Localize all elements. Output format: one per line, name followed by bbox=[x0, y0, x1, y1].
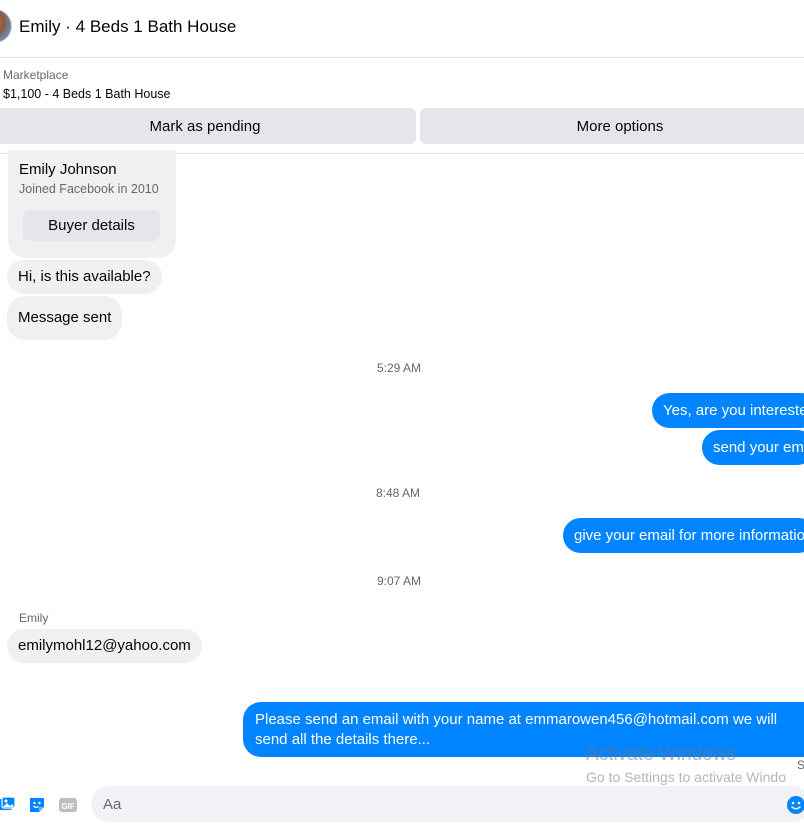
activate-windows-watermark: Activate Windows Go to Settings to activ… bbox=[586, 743, 786, 787]
watermark-title: Activate Windows bbox=[586, 744, 736, 765]
svg-text:GIF: GIF bbox=[61, 802, 74, 811]
message-composer: GIF Aa bbox=[0, 786, 804, 824]
buyer-profile-card: Emily Johnson Joined Facebook in 2010 Bu… bbox=[8, 150, 176, 258]
message-input[interactable]: Aa bbox=[91, 786, 804, 822]
buyer-joined: Joined Facebook in 2010 bbox=[19, 182, 159, 196]
mark-as-pending-button[interactable]: Mark as pending bbox=[0, 108, 416, 144]
gif-icon[interactable]: GIF bbox=[58, 795, 78, 815]
message-outgoing[interactable]: send your em bbox=[702, 430, 804, 465]
avatar[interactable] bbox=[0, 9, 12, 43]
sender-name: Emily bbox=[19, 611, 49, 625]
conversation-title[interactable]: Emily · 4 Beds 1 Bath House bbox=[19, 17, 236, 37]
message-incoming[interactable]: emilymohl12@yahoo.com bbox=[7, 629, 202, 663]
watermark-subtitle: Go to Settings to activate Windo bbox=[586, 769, 786, 785]
conversation-header: Emily · 4 Beds 1 Bath House bbox=[0, 0, 804, 58]
timestamp: 8:48 AM bbox=[376, 486, 421, 500]
more-options-button[interactable]: More options bbox=[420, 108, 804, 144]
listing-category: Marketplace bbox=[3, 68, 69, 82]
message-incoming[interactable]: Message sent bbox=[7, 296, 123, 340]
sticker-icon[interactable] bbox=[27, 795, 47, 815]
seen-indicator: S bbox=[797, 758, 804, 772]
timestamp: 9:07 AM bbox=[377, 574, 422, 588]
listing-item[interactable]: $1,100 - 4 Beds 1 Bath House bbox=[3, 85, 170, 103]
message-outgoing[interactable]: give your email for more informatio bbox=[563, 518, 804, 553]
message-incoming[interactable]: Hi, is this available? bbox=[7, 260, 162, 294]
buyer-details-button[interactable]: Buyer details bbox=[23, 210, 160, 241]
timestamp: 5:29 AM bbox=[377, 361, 422, 375]
photo-icon[interactable] bbox=[0, 795, 17, 815]
buyer-name: Emily Johnson bbox=[19, 161, 117, 178]
message-outgoing[interactable]: Yes, are you intereste bbox=[652, 393, 804, 428]
emoji-icon[interactable] bbox=[786, 795, 804, 815]
listing-info[interactable]: Marketplace $1,100 - 4 Beds 1 Bath House bbox=[3, 66, 170, 103]
